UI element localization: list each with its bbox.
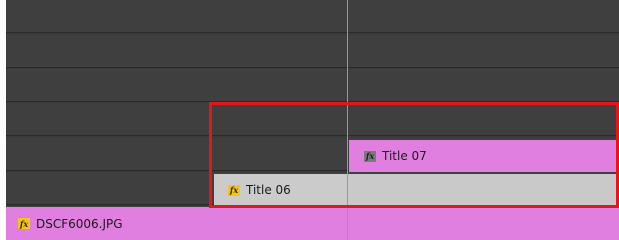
timeline-panel: fx Title 07 fx Title 06 fx DSCF6006.JPG — [6, 0, 619, 240]
fx-icon: fx — [18, 218, 30, 229]
timeline-track[interactable] — [6, 103, 619, 136]
clip-title-06-extension[interactable] — [349, 174, 619, 206]
timeline-track[interactable] — [6, 35, 619, 68]
clip-dscf6006[interactable]: fx DSCF6006.JPG — [6, 207, 619, 240]
clip-label: Title 07 — [382, 149, 427, 163]
clip-title-06[interactable]: fx Title 06 — [214, 174, 349, 206]
clip-label: DSCF6006.JPG — [36, 216, 123, 231]
fx-icon: fx — [364, 150, 376, 162]
playhead-line[interactable] — [347, 0, 348, 240]
timeline-track[interactable] — [6, 69, 619, 102]
clip-label: Title 06 — [246, 183, 291, 197]
fx-icon: fx — [228, 184, 240, 196]
clip-title-07[interactable]: fx Title 07 — [349, 140, 619, 172]
timeline-track[interactable] — [6, 0, 619, 33]
